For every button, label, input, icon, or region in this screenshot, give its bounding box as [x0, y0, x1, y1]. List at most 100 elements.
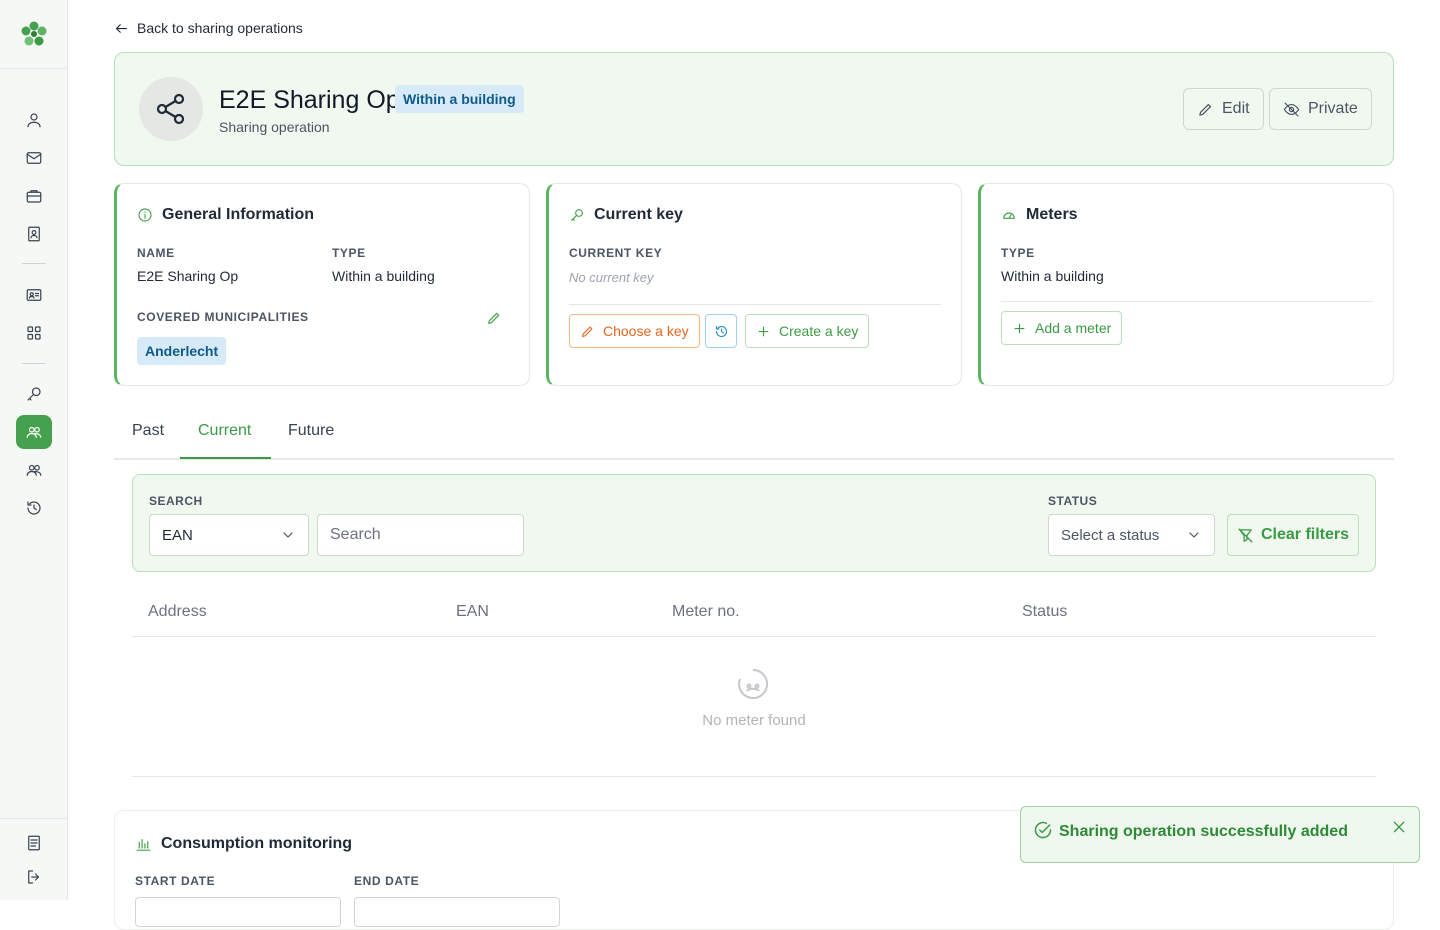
filter-panel: SEARCH EAN STATUS Select a status Clear … — [132, 474, 1376, 572]
private-button[interactable]: Private — [1269, 88, 1372, 130]
nav-portfolio[interactable] — [16, 179, 52, 213]
plus-icon — [1014, 323, 1025, 333]
logout-icon — [28, 870, 40, 884]
back-link-label: Back to sharing operations — [137, 20, 303, 36]
edit-municipalities-icon[interactable] — [486, 310, 502, 326]
search-input[interactable] — [317, 514, 524, 556]
document-icon — [28, 835, 40, 851]
grid-icon — [27, 326, 41, 340]
nav-contacts[interactable] — [16, 217, 52, 251]
bar-chart-icon — [136, 838, 151, 851]
end-date-label: END DATE — [354, 874, 420, 888]
column-header-ean[interactable]: EAN — [456, 603, 489, 621]
municipality-badge: Anderlecht — [137, 337, 227, 365]
consumption-title: Consumption monitoring — [161, 835, 353, 852]
nav-documentation[interactable] — [16, 826, 52, 860]
briefcase-icon — [26, 190, 42, 203]
key-icon — [27, 387, 41, 401]
current-key-value: No current key — [569, 270, 654, 285]
add-meter-button[interactable]: Add a meter — [1001, 311, 1123, 345]
search-field-select[interactable]: EAN — [149, 514, 309, 556]
user-icon — [27, 113, 41, 128]
history-icon — [27, 501, 41, 515]
card-title: Consumption monitoring — [135, 835, 352, 853]
back-link[interactable]: Back to sharing operations — [114, 20, 303, 36]
nav-messages[interactable] — [16, 141, 52, 175]
column-header-meter-no[interactable]: Meter no. — [672, 603, 740, 621]
edit-button-label: Edit — [1222, 100, 1250, 117]
type-value: Within a building — [332, 268, 435, 284]
meters-type-value: Within a building — [1001, 268, 1104, 284]
active-tab-indicator — [180, 457, 271, 459]
check-circle-icon — [1033, 820, 1053, 840]
type-label: TYPE — [332, 246, 366, 260]
column-header-status[interactable]: Status — [1022, 603, 1067, 621]
start-date-label: START DATE — [135, 874, 216, 888]
choose-key-label: Choose a key — [603, 323, 689, 339]
page-title: E2E Sharing Op — [219, 86, 400, 114]
current-key-title: Current key — [594, 206, 683, 223]
share-icon — [156, 93, 185, 125]
column-header-address[interactable]: Address — [148, 603, 207, 621]
name-label: NAME — [137, 246, 175, 260]
nav-logout[interactable] — [16, 860, 52, 894]
card-title: Meters — [1001, 206, 1078, 224]
sidebar — [0, 0, 68, 900]
edit-button[interactable]: Edit — [1183, 88, 1264, 130]
empty-box-icon — [736, 667, 770, 701]
meters-title: Meters — [1026, 206, 1078, 223]
end-date-input[interactable] — [354, 897, 560, 927]
card-title: Current key — [569, 206, 683, 224]
status-select[interactable]: Select a status — [1048, 514, 1215, 556]
meters-type-label: TYPE — [1001, 246, 1035, 260]
sidebar-divider — [22, 363, 46, 364]
nav-sharing-operations[interactable] — [16, 415, 52, 449]
chevron-down-icon — [283, 532, 293, 538]
close-icon[interactable] — [1391, 819, 1407, 835]
current-key-label: CURRENT KEY — [569, 246, 663, 260]
contact-book-icon — [28, 226, 40, 242]
pencil-icon — [1199, 103, 1212, 116]
card-divider — [1001, 301, 1373, 302]
sidebar-divider — [22, 263, 46, 264]
key-history-button[interactable] — [705, 314, 737, 348]
empty-state: No meter found — [132, 637, 1376, 777]
sidebar-divider — [0, 818, 67, 819]
toast-message: Sharing operation successfully added — [1059, 823, 1348, 840]
card-title: General Information — [137, 206, 314, 224]
create-key-label: Create a key — [779, 323, 859, 339]
search-field-value: EAN — [162, 526, 193, 544]
nav-history[interactable] — [16, 491, 52, 525]
nav-id-cards[interactable] — [16, 278, 52, 312]
clear-filters-label: Clear filters — [1260, 526, 1350, 543]
tab-future[interactable]: Future — [288, 422, 334, 440]
search-label: SEARCH — [149, 494, 203, 508]
page-subtitle: Sharing operation — [219, 119, 330, 135]
chevron-down-icon — [1189, 532, 1199, 538]
start-date-input[interactable] — [135, 897, 341, 927]
current-key-card: Current key CURRENT KEY No current key C… — [546, 183, 962, 386]
nav-dashboard[interactable] — [16, 316, 52, 350]
private-button-label: Private — [1308, 100, 1358, 117]
operation-header: E2E Sharing Op Within a building Sharing… — [114, 52, 1394, 166]
nav-users[interactable] — [16, 103, 52, 137]
plus-icon — [758, 326, 769, 336]
app-logo[interactable] — [18, 18, 50, 50]
filter-off-icon — [1238, 527, 1253, 543]
mail-icon — [26, 152, 42, 164]
create-key-button[interactable]: Create a key — [745, 314, 870, 348]
info-icon — [138, 208, 152, 222]
name-value: E2E Sharing Op — [137, 268, 239, 284]
eye-off-icon — [1283, 102, 1300, 116]
meters-table-header: Address EAN Meter no. Status — [132, 590, 1376, 637]
tab-past[interactable]: Past — [132, 422, 164, 440]
users-icon — [26, 464, 42, 476]
choose-key-button[interactable]: Choose a key — [569, 314, 700, 348]
operation-type-badge: Within a building — [395, 85, 524, 113]
clear-filters-button[interactable]: Clear filters — [1227, 514, 1359, 556]
nav-keys[interactable] — [16, 377, 52, 411]
meters-card: Meters TYPE Within a building Add a mete… — [978, 183, 1394, 386]
nav-members[interactable] — [16, 453, 52, 487]
key-icon — [571, 209, 583, 221]
tab-current[interactable]: Current — [198, 422, 251, 440]
